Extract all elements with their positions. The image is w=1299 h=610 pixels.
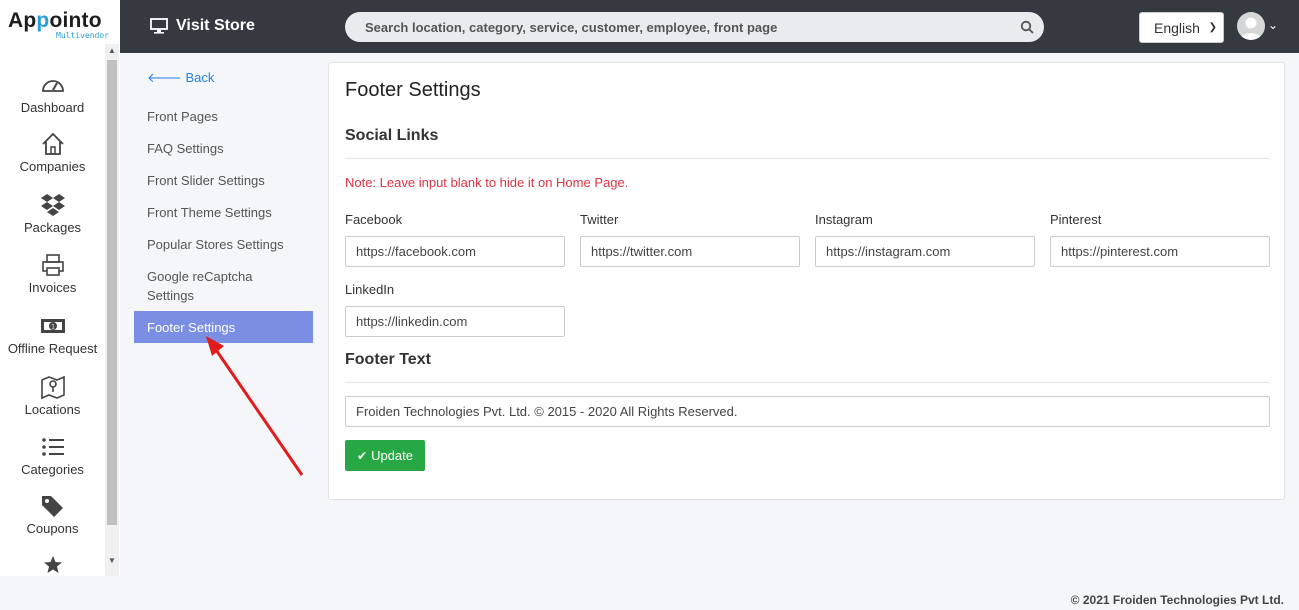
svg-text:1: 1 [51,324,55,331]
brand-name-highlight: p [36,9,50,32]
pinterest-label: Pinterest [1050,212,1102,227]
menu-item-google-recaptcha-settings[interactable]: Google reCaptcha Settings [147,267,267,305]
linkedin-label: LinkedIn [345,282,395,297]
check-icon: ✔ [357,448,368,463]
scroll-thumb[interactable] [107,60,117,525]
menu-item-front-slider-settings[interactable]: Front Slider Settings [147,171,307,190]
menu-item-front-theme-settings[interactable]: Front Theme Settings [147,203,307,222]
update-label: Update [371,448,413,463]
visit-store-link[interactable]: Visit Store [150,17,255,35]
topbar: Visit Store English ❯ ⌄ [120,0,1299,53]
sidebar-item-categories[interactable]: Categories [0,434,105,477]
update-button[interactable]: ✔ Update [345,440,425,471]
sidebar-item-packages[interactable]: Packages [0,192,105,235]
sidebar-scrollbar[interactable]: ▲ ▼ [105,44,119,576]
note-text: Note: Leave input blank to hide it on Ho… [345,175,629,190]
brand-logo[interactable]: Appointo Multivendor [0,0,120,53]
linkedin-input[interactable] [345,306,565,337]
divider [345,382,1269,383]
brand-name: Appointo [8,9,102,33]
footer-settings-card: Footer Settings Social Links Note: Leave… [328,62,1285,500]
chevron-down-icon[interactable]: ⌄ [1268,18,1278,32]
brand-subtitle: Multivendor [56,31,109,40]
search-input[interactable] [345,12,1015,42]
sidebar-item-label: Coupons [26,521,79,536]
page-title: Footer Settings [345,79,481,101]
sidebar-item-label: Categories [21,462,84,477]
sidebar-item-invoices[interactable]: Invoices [0,252,105,295]
arrow-left-icon: 🡐 [147,70,182,85]
menu-item-front-pages[interactable]: Front Pages [147,107,307,126]
menu-item-popular-stores-settings[interactable]: Popular Stores Settings [147,235,307,254]
home-icon [0,131,105,157]
footer-text-input[interactable] [345,396,1270,427]
scroll-down-arrow-icon[interactable]: ▼ [105,554,119,568]
dropbox-icon [0,192,105,218]
sidebar-item-coupons[interactable]: Coupons [0,493,105,536]
sidebar: Appointo Multivendor Dashboard Companies… [0,0,120,576]
language-selected-value: English [1154,20,1200,36]
monitor-icon [150,18,168,34]
sidebar-item-label: Companies [19,159,86,174]
sidebar-item-label: Dashboard [20,100,85,115]
brand-name-prefix: Ap [8,9,37,32]
chevron-down-icon: ❯ [1208,22,1217,33]
instagram-input[interactable] [815,236,1035,267]
divider [345,158,1269,159]
annotation-arrow [206,336,304,476]
sidebar-item-companies[interactable]: Companies [0,131,105,174]
user-avatar-icon[interactable] [1237,12,1265,40]
back-link[interactable]: 🡐 Back [147,70,214,86]
sidebar-item-locations[interactable]: Locations [0,374,105,417]
printer-icon [0,252,105,278]
sidebar-item-offline-request[interactable]: 1 Offline Request [0,313,105,356]
facebook-input[interactable] [345,236,565,267]
instagram-label: Instagram [815,212,873,227]
search-icon[interactable] [1020,20,1034,34]
twitter-label: Twitter [580,212,619,227]
list-icon [0,434,105,460]
money-bill-icon: 1 [0,313,105,339]
menu-item-footer-settings[interactable]: Footer Settings [134,311,313,343]
facebook-label: Facebook [345,212,403,227]
scroll-up-arrow-icon[interactable]: ▲ [105,44,119,58]
global-search [345,12,1044,42]
twitter-input[interactable] [580,236,800,267]
back-label: Back [185,70,215,85]
visit-store-label: Visit Store [176,17,255,34]
sidebar-item-label: Locations [24,402,81,417]
brand-name-suffix: ointo [49,9,102,32]
tags-icon [0,493,105,519]
social-links-heading: Social Links [345,127,439,144]
language-select[interactable]: English ❯ [1139,12,1224,43]
star-icon [0,552,105,578]
sidebar-item-reviews[interactable] [0,552,105,578]
sidebar-item-label: Packages [23,220,82,235]
menu-item-faq-settings[interactable]: FAQ Settings [147,139,307,158]
sidebar-item-dashboard[interactable]: Dashboard [0,72,105,115]
sidebar-item-label: Invoices [28,280,77,295]
pinterest-input[interactable] [1050,236,1270,267]
footer-text-heading: Footer Text [345,351,431,368]
page-footer: © 2021 Froiden Technologies Pvt Ltd. [1070,593,1284,607]
sidebar-item-label: Offline Request [7,341,98,356]
map-icon [0,374,105,400]
tachometer-icon [0,72,105,98]
